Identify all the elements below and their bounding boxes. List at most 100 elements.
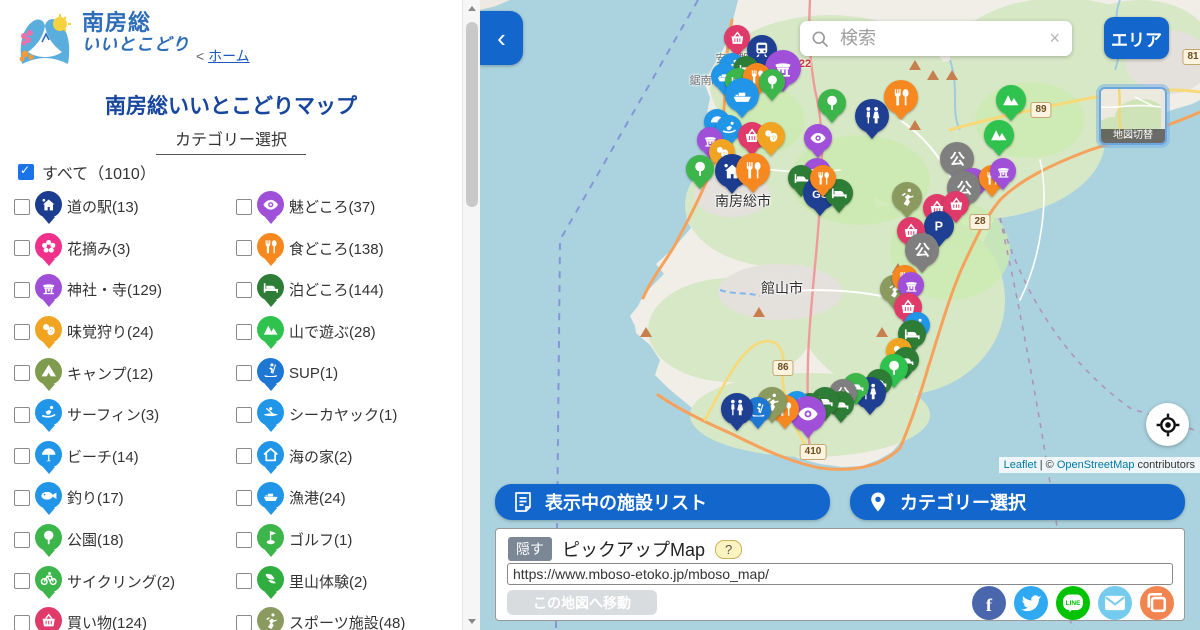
category-item[interactable]: 公園(18): [14, 528, 236, 551]
shrine-marker[interactable]: [990, 158, 1016, 190]
category-checkbox[interactable]: [14, 615, 30, 630]
category-checkbox[interactable]: [14, 324, 30, 340]
category-item[interactable]: 神社・寺(129): [14, 278, 236, 301]
scrollbar-thumb[interactable]: [466, 22, 478, 207]
category-checkbox[interactable]: [14, 573, 30, 589]
route-shield: 28: [969, 214, 990, 230]
category-item[interactable]: サイクリング(2): [14, 570, 236, 593]
mountain-marker[interactable]: [984, 120, 1014, 156]
category-checkbox[interactable]: [14, 448, 30, 464]
category-item[interactable]: 山で遊ぶ(28): [236, 320, 458, 343]
category-checkbox[interactable]: [236, 282, 252, 298]
category-checkbox[interactable]: [14, 532, 30, 548]
leaflet-link[interactable]: Leaflet: [1004, 459, 1037, 471]
category-item[interactable]: シーカヤック(1): [236, 403, 458, 426]
category-item[interactable]: 漁港(24): [236, 486, 458, 509]
category-checkbox[interactable]: [14, 199, 30, 215]
sports-icon: [257, 607, 284, 630]
cutlery-marker[interactable]: [810, 165, 836, 197]
category-checkbox[interactable]: [236, 573, 252, 589]
category-checkbox[interactable]: [236, 448, 252, 464]
flower-icon: [35, 233, 62, 260]
category-item[interactable]: 里山体験(2): [236, 570, 458, 593]
all-label: すべて（1010）: [42, 160, 156, 184]
kayak-icon: [257, 399, 284, 426]
goto-map-button[interactable]: この地図へ移動: [507, 590, 657, 615]
sidebar-scrollbar[interactable]: [462, 0, 481, 630]
category-label: 味覚狩り(24): [67, 321, 154, 342]
category-label: ビーチ(14): [67, 446, 139, 467]
category-checkbox[interactable]: [236, 407, 252, 423]
sidebar: 南房総 いいとこどり < ホーム 南房総いいとこどりマップ カテゴリー選択 すべ…: [0, 0, 462, 630]
category-checkbox[interactable]: [236, 240, 252, 256]
help-badge[interactable]: ?: [715, 540, 742, 559]
map-canvas[interactable]: 安房郡鋸南町南房総市館山市 2289288681410 GS公公P公公 ‹ × …: [480, 0, 1200, 630]
cutlery-marker[interactable]: [884, 80, 918, 120]
cutlery-marker[interactable]: [736, 153, 770, 193]
category-checkbox[interactable]: [236, 365, 252, 381]
category-item[interactable]: ビーチ(14): [14, 445, 236, 468]
category-item[interactable]: 魅どころ(37): [236, 195, 458, 218]
geolocate-button[interactable]: [1146, 403, 1189, 446]
category-item[interactable]: サーフィン(3): [14, 403, 236, 426]
all-checkbox[interactable]: [18, 164, 34, 180]
facebook-share-icon[interactable]: f: [972, 586, 1006, 620]
search-input[interactable]: [838, 27, 1047, 50]
eye-icon: [257, 191, 284, 218]
category-checkbox[interactable]: [14, 240, 30, 256]
sports-marker[interactable]: [892, 182, 922, 218]
copy-share-icon[interactable]: [1140, 586, 1174, 620]
category-item[interactable]: キャンプ(12): [14, 362, 236, 385]
sidebar-collapse-button[interactable]: ‹: [480, 11, 523, 65]
category-checkbox[interactable]: [236, 199, 252, 215]
category-item[interactable]: 泊どころ(144): [236, 278, 458, 301]
mail-share-icon[interactable]: [1098, 586, 1132, 620]
twitter-share-icon[interactable]: [1014, 586, 1048, 620]
toilet-marker[interactable]: [721, 393, 753, 431]
area-button[interactable]: エリア: [1104, 17, 1169, 59]
osm-link[interactable]: OpenStreetMap: [1057, 459, 1135, 471]
category-checkbox[interactable]: [236, 490, 252, 506]
mountain-marker[interactable]: [996, 85, 1026, 121]
tree-marker[interactable]: [818, 89, 846, 123]
scrollbar-up-icon[interactable]: [463, 0, 481, 17]
category-label: 泊どころ(144): [289, 279, 384, 300]
facility-list-button[interactable]: 表示中の施設リスト: [495, 484, 830, 520]
category-checkbox[interactable]: [236, 532, 252, 548]
category-label: サーフィン(3): [67, 404, 159, 425]
bed-icon: [257, 274, 284, 301]
category-all-row[interactable]: すべて（1010）: [18, 160, 156, 184]
home-link[interactable]: ホーム: [208, 48, 250, 64]
category-item[interactable]: 食どころ(138): [236, 237, 458, 260]
map-switch-thumbnail[interactable]: 地図切替: [1099, 87, 1167, 145]
share-url-input[interactable]: [507, 563, 1173, 585]
category-checkbox[interactable]: [14, 365, 30, 381]
search-box: ×: [800, 21, 1072, 56]
category-item[interactable]: 海の家(2): [236, 445, 458, 468]
category-checkbox[interactable]: [14, 282, 30, 298]
category-item[interactable]: 花摘み(3): [14, 237, 236, 260]
category-checkbox[interactable]: [236, 615, 252, 630]
category-checkbox[interactable]: [236, 324, 252, 340]
category-item[interactable]: 釣り(17): [14, 486, 236, 509]
category-item[interactable]: ゴルフ(1): [236, 528, 458, 551]
scrollbar-down-icon[interactable]: [463, 613, 481, 630]
category-item[interactable]: 道の駅(13): [14, 195, 236, 218]
category-checkbox[interactable]: [14, 407, 30, 423]
tree-marker[interactable]: [759, 69, 785, 101]
hide-button[interactable]: 隠す: [508, 537, 552, 561]
category-select-button[interactable]: カテゴリー選択: [850, 484, 1185, 520]
eye-marker[interactable]: [804, 124, 832, 158]
category-item[interactable]: 味覚狩り(24): [14, 320, 236, 343]
category-item[interactable]: SUP(1): [236, 362, 458, 385]
line-share-icon[interactable]: LINE: [1056, 586, 1090, 620]
logo[interactable]: 南房総 いいとこどり < ホーム: [16, 12, 250, 68]
tree-marker[interactable]: [686, 155, 714, 189]
category-item[interactable]: 買い物(124): [14, 611, 236, 630]
search-clear-icon[interactable]: ×: [1047, 28, 1062, 49]
category-checkbox[interactable]: [14, 490, 30, 506]
fruit-marker[interactable]: [757, 122, 785, 156]
basket-icon: [35, 607, 62, 630]
boat-marker[interactable]: [725, 78, 759, 118]
category-item[interactable]: スポーツ施設(48): [236, 611, 458, 630]
